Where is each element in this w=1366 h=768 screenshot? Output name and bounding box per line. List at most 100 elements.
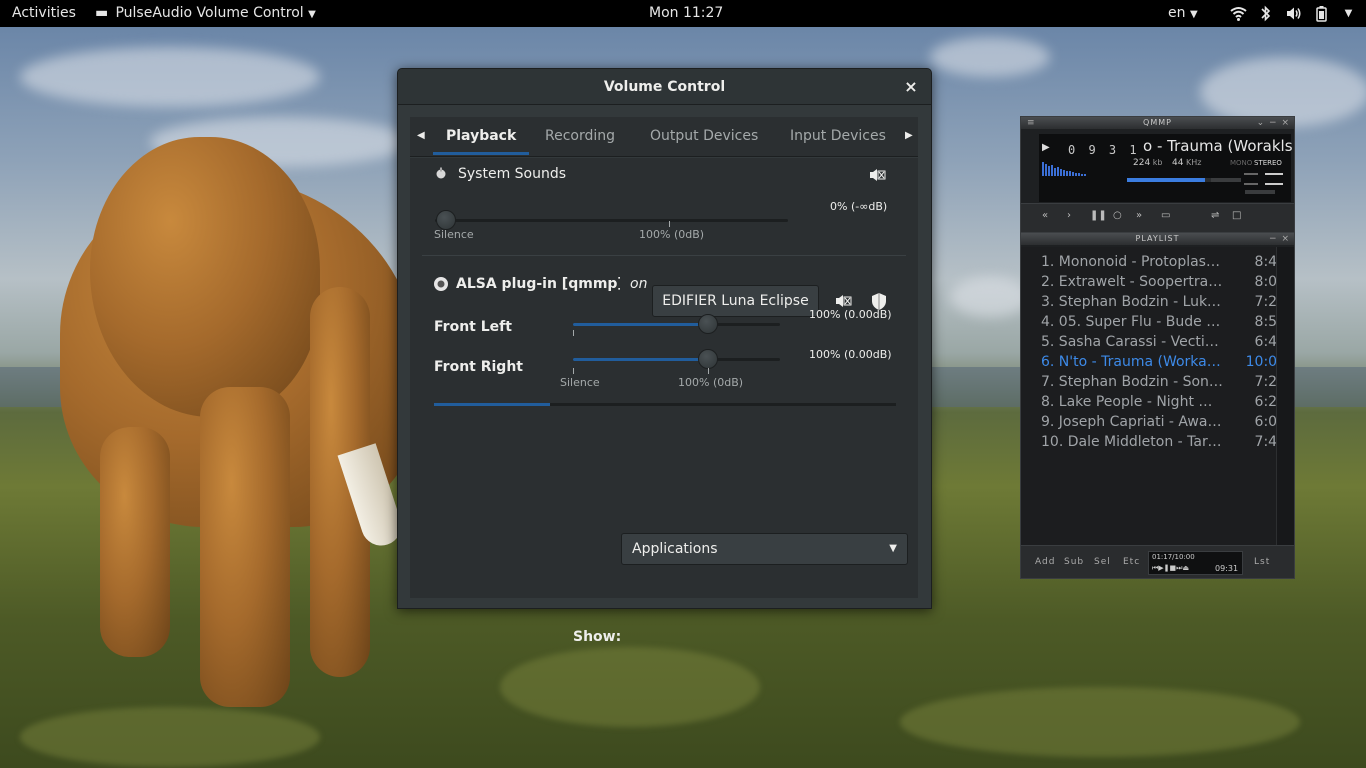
app-menu-label: PulseAudio Volume Control [115,5,304,21]
tab-recording[interactable]: Recording [545,117,615,155]
playlist-item[interactable]: 7. Stephan Bodzin - Sonne... 7:24 [1041,372,1286,392]
elephant-leg [200,387,290,707]
pause-icon[interactable]: ❚❚ [1090,210,1107,221]
volume-icon[interactable] [1285,5,1302,22]
etc-button[interactable]: Etc [1123,557,1140,567]
stop-icon[interactable]: ○ [1113,210,1122,221]
system-sounds-slider-handle[interactable] [436,210,456,230]
playlist-item[interactable]: 1. Mononoid - Protoplasm ... 8:45 [1041,252,1286,272]
repeat-icon[interactable]: □ [1232,210,1241,221]
add-button[interactable]: Add [1035,557,1055,567]
clock[interactable]: Mon 11:27 [649,0,723,27]
window-controls-icon[interactable]: ⌄ − × [1257,117,1290,129]
previous-icon[interactable]: « [1042,210,1048,221]
slider-tick-0 [573,330,574,336]
menu-icon[interactable]: ≡ [1027,117,1036,129]
peak-meter [434,403,896,406]
tab-playback[interactable]: Playback [433,117,530,155]
app-menu-icon: ▬ [95,5,109,21]
playlist-item[interactable]: 5. Sasha Carassi - Vection (...6:45 [1041,332,1286,352]
playlist-item[interactable]: 2. Extrawelt - Soopertrack ... 8:01 [1041,272,1286,292]
mono-indicator: MONO [1230,159,1253,167]
volume-control-window: Volume Control × ◀ Playback Recording Ou… [397,68,932,645]
elephant-leg [100,427,170,657]
qmmp-titlebar[interactable]: ≡ QMMP ⌄ − × [1021,117,1294,129]
mini-time: 09:31 [1215,564,1239,573]
mini-player: 01:17/10:00 ⏮▶❚■⏭⏏ 09:31 [1148,551,1243,575]
application-icon [434,277,448,291]
list-button[interactable]: Lst [1254,557,1270,567]
playlist-item-title: 7. Stephan Bodzin - Sonne... [1041,374,1223,390]
playlist-item-title: 6. N'to - Trauma (Workakls... [1041,354,1223,370]
sel-button[interactable]: Sel [1094,557,1111,567]
playlist-item[interactable]: 6. N'to - Trauma (Workakls... 10:00 [1041,352,1286,372]
equalizer-toggle-icon[interactable] [1244,173,1258,185]
show-dropdown[interactable]: Applications ▼ [621,533,908,565]
system-menu-chevron-icon[interactable]: ▼ [1340,5,1357,22]
playlist-item[interactable]: 3. Stephan Bodzin - Luka L... 7:21 [1041,292,1286,312]
bluetooth-icon[interactable] [1257,5,1274,22]
window-titlebar[interactable]: Volume Control × [398,69,931,105]
volume-bar[interactable] [1127,178,1211,182]
playlist-item[interactable]: 8. Lake People - Night Driv... 6:28 [1041,392,1286,412]
playlist-scrollbar[interactable] [1276,247,1294,545]
front-right-slider[interactable] [573,358,780,361]
next-icon[interactable]: » [1136,210,1142,221]
playlist-item-title: 1. Mononoid - Protoplasm ... [1041,254,1223,270]
front-left-slider-handle[interactable] [698,314,718,334]
front-left-slider[interactable] [573,323,780,326]
window-controls-icon[interactable]: − × [1269,233,1290,245]
silence-label: Silence [434,228,474,241]
seek-bar[interactable] [1245,190,1275,194]
playlist-titlebar[interactable]: PLAYLIST − × [1021,233,1294,245]
playlist-item-title: 8. Lake People - Night Driv... [1041,394,1223,410]
activities-button[interactable]: Activities [12,0,76,27]
elapsed-total: 01:17/10:00 [1152,553,1195,561]
eject-icon[interactable]: ▭ [1161,210,1170,221]
playlist-bottom-bar: Add Sub Sel Etc 01:17/10:00 ⏮▶❚■⏭⏏ 09:31… [1021,545,1294,578]
playlist-item[interactable]: 4. 05. Super Flu - Bude Baun 8:53 [1041,312,1286,332]
tab-scroll-left-icon[interactable]: ◀ [417,117,425,155]
sub-button[interactable]: Sub [1064,557,1084,567]
language-menu[interactable]: en ▼ [1168,0,1198,27]
app-menu-button[interactable]: ▬ PulseAudio Volume Control ▼ [95,0,316,27]
slider-tick-0 [573,368,574,374]
front-left-value: 100% (0.00dB) [809,308,892,321]
qmmp-player: ≡ QMMP ⌄ − × ▶ 0 9 3 1 224 kb 44 KHz MON… [1020,116,1295,579]
playlist-item[interactable]: 9. Joseph Capriati - Awake ... 6:01 [1041,412,1286,432]
wifi-icon[interactable] [1230,5,1247,22]
front-right-slider-handle[interactable] [698,349,718,369]
play-icon[interactable]: › [1067,210,1071,221]
playlist-item-title: 10. Dale Middleton - Tarnis... [1041,434,1223,450]
qmmp-title: QMMP [1143,118,1172,127]
show-label: Show: [573,629,622,645]
playlist-item-title: 5. Sasha Carassi - Vection (... [1041,334,1223,350]
tab-scroll-right-icon[interactable]: ▶ [905,117,913,155]
output-device-button[interactable]: EDIFIER Luna Eclipse [652,285,819,317]
tab-input-devices[interactable]: Input Devices [790,117,886,155]
shuffle-icon[interactable]: ⇌ [1211,210,1219,221]
playlist-item-title: 2. Extrawelt - Soopertrack ... [1041,274,1223,290]
system-sounds-slider[interactable] [435,219,788,222]
close-button[interactable]: × [901,77,921,97]
balance-bar[interactable] [1211,178,1241,182]
stereo-indicator: STEREO [1254,159,1282,167]
tab-bar: ◀ Playback Recording Output Devices Inpu… [410,117,918,157]
show-dropdown-value: Applications [632,541,718,557]
playlist-toggle-icon[interactable] [1265,173,1283,185]
playlist-item[interactable]: 10. Dale Middleton - Tarnis... 7:45 [1041,432,1286,452]
battery-icon[interactable] [1313,5,1330,22]
playlist-item-title: 3. Stephan Bodzin - Luka L... [1041,294,1223,310]
window-title: Volume Control [603,79,726,95]
top-bar: Activities ▬ PulseAudio Volume Control ▼… [0,0,1366,27]
mini-transport-icons[interactable]: ⏮▶❚■⏭⏏ [1152,564,1189,573]
cloud [950,277,1030,317]
front-left-slider-fill [573,323,708,326]
grass [900,687,1300,757]
transport-controls: « › ❚❚ ○ » ▭ ⇌ □ [1021,203,1294,233]
front-left-label: Front Left [434,319,512,335]
tab-output-devices[interactable]: Output Devices [650,117,758,155]
now-playing-title: o - Trauma (Worakls Re [1143,137,1293,155]
chevron-down-icon: ▼ [889,543,897,554]
mute-icon[interactable] [865,164,889,186]
